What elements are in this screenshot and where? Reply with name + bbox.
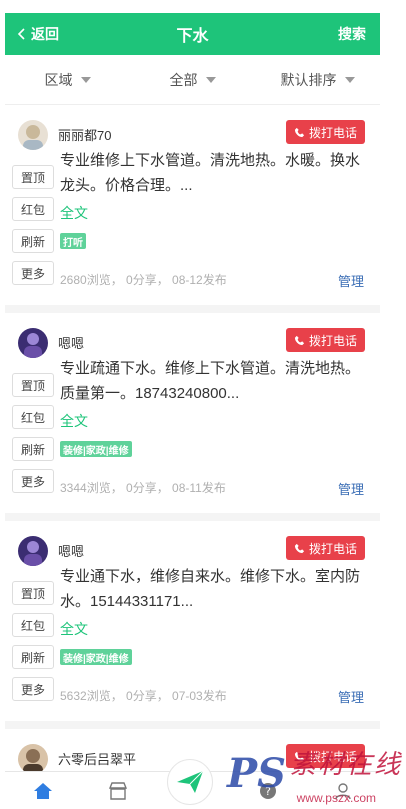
publish-button[interactable] [167,759,213,805]
pin-button[interactable]: 置顶 [12,165,54,189]
fulltext-link[interactable]: 全文 [60,203,88,223]
username[interactable]: 嗯嗯 [58,333,84,352]
side-actions: 置顶 红包 刷新 更多 [12,581,54,709]
call-button[interactable]: 拨打电话 [285,744,365,768]
back-button[interactable]: 返回 [17,13,59,55]
call-button[interactable]: 拨打电话 [285,328,365,352]
username[interactable]: 丽丽都70 [58,125,111,144]
more-button[interactable]: 更多 [12,469,54,493]
caret-down-icon [344,76,355,83]
post-card: 丽丽都70 拨打电话 置顶 红包 刷新 更多 专业维修上下水管道。清洗地热。水暖… [5,105,380,313]
phone-icon [294,751,305,761]
call-label: 拨打电话 [308,333,357,348]
category-tag: 装修|家政|维修 [60,441,132,457]
store-icon [108,781,127,800]
filter-bar: 区域 全部 默认排序 [5,55,380,105]
redpacket-button[interactable]: 红包 [12,197,54,221]
search-button[interactable]: 搜索 [338,13,366,55]
nav-profile[interactable] [328,782,358,800]
call-button[interactable]: 拨打电话 [285,120,365,144]
back-label: 返回 [31,26,59,42]
phone-icon [294,335,305,345]
app-frame: 返回 下水 搜索 区域 全部 默认排序 丽丽都70 拨打电话 置顶 红包 刷新 … [5,13,380,809]
pin-button[interactable]: 置顶 [12,373,54,397]
filter-region[interactable]: 区域 [5,70,130,90]
refresh-button[interactable]: 刷新 [12,437,54,461]
svg-text:?: ? [265,785,271,798]
pin-button[interactable]: 置顶 [12,581,54,605]
post-description[interactable]: 专业疏通下水。维修上下水管道。清洗地热。质量第一。18743240800... [60,356,366,406]
category-tag: 打听 [60,233,86,249]
filter-label: 全部 [169,71,198,88]
call-label: 拨打电话 [308,541,357,556]
post-card: 嗯嗯 拨打电话 置顶 红包 刷新 更多 专业疏通下水。维修上下水管道。清洗地热。… [5,313,380,521]
top-bar: 返回 下水 搜索 [5,13,380,55]
side-actions: 置顶 红包 刷新 更多 [12,373,54,501]
user-icon [334,782,351,799]
filter-label: 默认排序 [280,71,337,88]
redpacket-button[interactable]: 红包 [12,613,54,637]
home-icon [33,782,52,799]
nav-shop[interactable] [103,781,133,800]
username[interactable]: 六零后吕翠平 [58,749,136,768]
page-title: 下水 [176,28,209,45]
category-tag: 装修|家政|维修 [60,649,132,665]
post-stats: 3344浏览， 0分享， 08-11发布 [60,481,226,495]
fulltext-link[interactable]: 全文 [60,619,88,639]
chevron-left-icon [17,28,25,40]
call-button[interactable]: 拨打电话 [285,536,365,560]
manage-link[interactable]: 管理 [338,271,364,290]
call-label: 拨打电话 [308,749,357,764]
refresh-button[interactable]: 刷新 [12,229,54,253]
phone-icon [294,543,305,553]
post-stats: 5632浏览， 0分享， 07-03发布 [60,689,227,703]
more-button[interactable]: 更多 [12,677,54,701]
call-label: 拨打电话 [308,125,357,140]
side-actions: 置顶 红包 刷新 更多 [12,165,54,293]
nav-home[interactable] [28,782,58,800]
redpacket-button[interactable]: 红包 [12,405,54,429]
phone-icon [294,127,305,137]
caret-down-icon [80,76,91,83]
manage-link[interactable]: 管理 [338,479,364,498]
filter-all[interactable]: 全部 [130,70,255,90]
manage-link[interactable]: 管理 [338,687,364,706]
post-description[interactable]: 专业通下水，维修自来水。维修下水。室内防水。15144331171... [60,564,366,614]
filter-label: 区域 [44,71,73,88]
avatar[interactable] [18,744,48,774]
post-stats: 2680浏览， 0分享， 08-12发布 [60,273,227,287]
post-description[interactable]: 专业维修上下水管道。清洗地热。水暖。换水龙头。价格合理。... [60,148,366,198]
paper-plane-icon [177,770,204,793]
nav-help[interactable]: ? [253,782,283,800]
avatar[interactable] [18,328,48,358]
filter-sort[interactable]: 默认排序 [255,70,380,90]
caret-down-icon [205,76,216,83]
more-button[interactable]: 更多 [12,261,54,285]
fulltext-link[interactable]: 全文 [60,411,88,431]
username[interactable]: 嗯嗯 [58,541,84,560]
avatar[interactable] [18,120,48,150]
help-icon: ? [259,782,276,799]
post-card: 嗯嗯 拨打电话 置顶 红包 刷新 更多 专业通下水，维修自来水。维修下水。室内防… [5,521,380,729]
avatar[interactable] [18,536,48,566]
refresh-button[interactable]: 刷新 [12,645,54,669]
